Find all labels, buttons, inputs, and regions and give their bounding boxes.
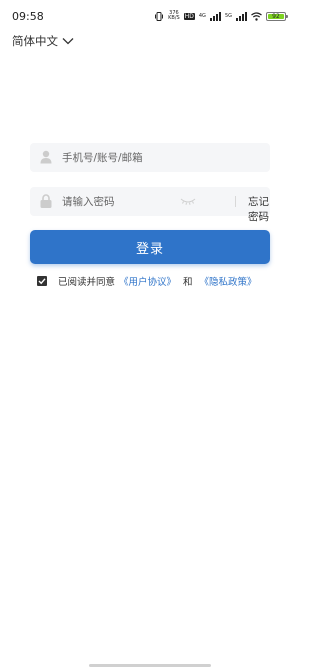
- network-speed-unit: KB/S: [168, 15, 180, 21]
- password-field[interactable]: 忘记密码: [30, 187, 270, 223]
- battery-icon: 92: [266, 11, 288, 21]
- network-4g-label: 4G: [198, 12, 206, 19]
- chevron-down-icon: [62, 38, 74, 45]
- agreement-prefix: 已阅读并同意: [58, 277, 116, 288]
- language-label: 简体中文: [12, 34, 58, 48]
- privacy-policy-link[interactable]: 《隐私政策》: [200, 274, 257, 288]
- battery-level: 92: [272, 12, 280, 20]
- language-selector[interactable]: 简体中文: [12, 32, 74, 50]
- check-icon: [38, 278, 46, 285]
- agreement-checkbox[interactable]: [37, 276, 47, 286]
- eye-closed-icon[interactable]: [180, 196, 196, 206]
- field-divider: [235, 196, 236, 207]
- vibrate-icon: [155, 11, 164, 21]
- username-field[interactable]: [30, 143, 270, 172]
- home-indicator[interactable]: [89, 664, 211, 667]
- hd-icon: HD: [183, 12, 195, 20]
- agreement-row: 已阅读并同意 《用户协议》 和 《隐私政策》: [37, 274, 257, 288]
- signal-icon-4g: [209, 11, 221, 21]
- status-bar: 09:58 376 KB/S HD 4G 5G 92: [0, 0, 300, 32]
- user-agreement-link[interactable]: 《用户协议》: [119, 274, 176, 288]
- lock-icon: [40, 194, 52, 208]
- username-input[interactable]: [62, 143, 262, 172]
- password-input[interactable]: [62, 187, 172, 216]
- forgot-password-link[interactable]: 忘记密码: [248, 194, 270, 224]
- status-time: 09:58: [12, 10, 44, 23]
- login-button[interactable]: 登录: [30, 230, 270, 264]
- wifi-icon: [251, 11, 262, 21]
- network-speed: 376 KB/S: [168, 11, 180, 21]
- user-icon: [40, 150, 52, 164]
- signal-icon-5g: [236, 11, 247, 21]
- agreement-and: 和: [183, 277, 193, 288]
- status-icons: 376 KB/S HD 4G 5G 92: [154, 9, 288, 23]
- network-5g-label: 5G: [224, 12, 232, 19]
